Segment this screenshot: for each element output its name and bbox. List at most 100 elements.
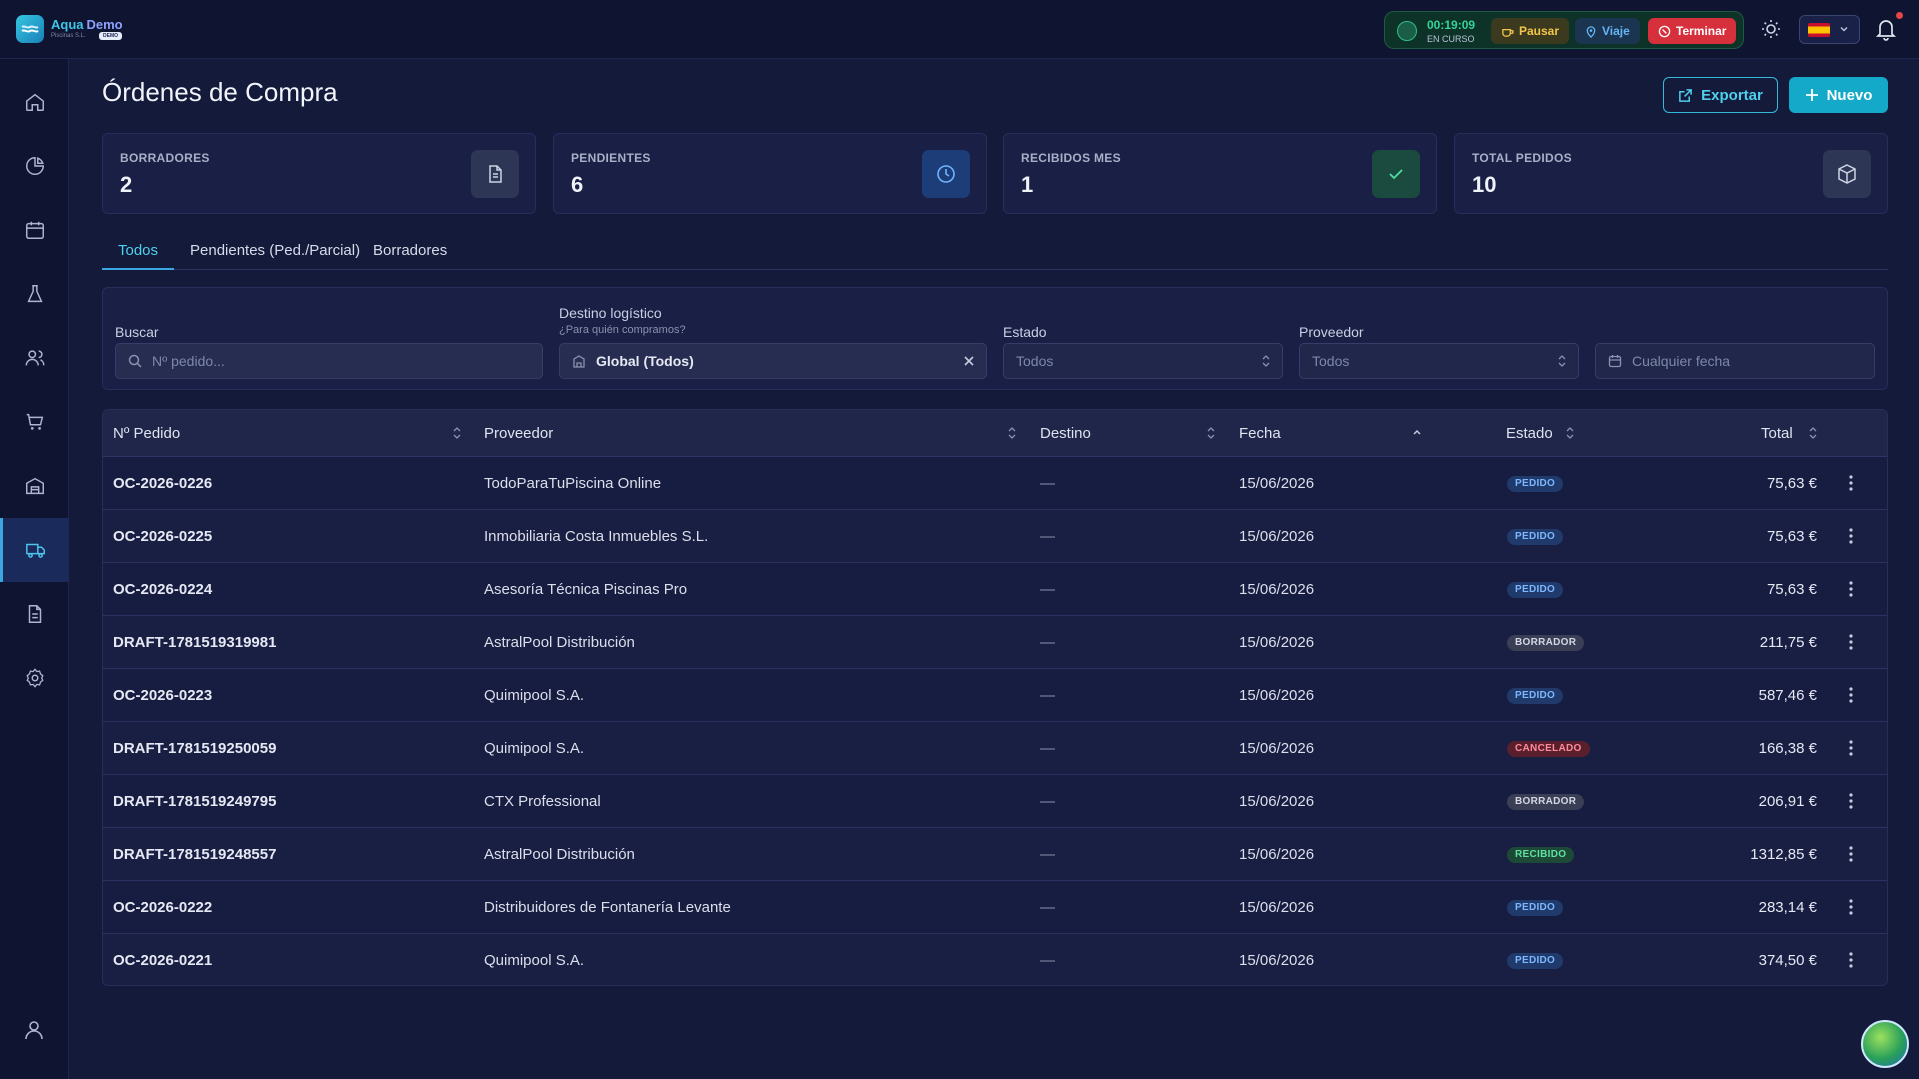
tab-bar: Todos Pendientes (Ped./Parcial) Borrador…	[102, 238, 1888, 270]
sort-chevrons-icon	[1262, 355, 1270, 367]
truck-icon	[26, 543, 45, 558]
trip-button[interactable]: Viaje	[1575, 18, 1640, 44]
sidebar-item-documents[interactable]	[0, 582, 69, 646]
more-options-icon[interactable]	[1848, 633, 1854, 651]
destination: —	[1040, 528, 1055, 545]
col-destination[interactable]: Destino	[1040, 425, 1091, 442]
order-number[interactable]: DRAFT-1781519248557	[113, 846, 276, 863]
user-profile-icon[interactable]	[22, 1018, 46, 1047]
order-number[interactable]: DRAFT-1781519249795	[113, 793, 276, 810]
order-number[interactable]: OC-2026-0223	[113, 687, 212, 704]
warehouse-icon	[25, 477, 44, 495]
more-options-icon[interactable]	[1848, 474, 1854, 492]
provider-name: AstralPool Distribución	[484, 846, 635, 863]
sidebar-item-shop[interactable]	[0, 390, 69, 454]
order-number[interactable]: OC-2026-0221	[113, 952, 212, 969]
table-row[interactable]: OC-2026-0223 Quimipool S.A. — 15/06/2026 PED…	[103, 669, 1887, 722]
table-row[interactable]: OC-2026-0225 Inmobiliaria Costa Inmuebles…	[103, 510, 1887, 563]
sidebar-item-warehouse[interactable]	[0, 454, 69, 518]
table-row[interactable]: OC-2026-0222 Distribuidores de Fontanería…	[103, 881, 1887, 934]
sun-icon[interactable]	[1760, 18, 1782, 40]
more-options-icon[interactable]	[1848, 898, 1854, 916]
col-date[interactable]: Fecha	[1239, 425, 1281, 442]
sort-icon[interactable]	[1007, 426, 1017, 440]
sidebar-item-settings[interactable]	[0, 646, 69, 710]
tab-pending[interactable]: Pendientes (Ped./Parcial)	[174, 238, 376, 270]
bell-icon[interactable]	[1875, 17, 1899, 41]
sidebar-item-home[interactable]	[0, 70, 69, 134]
sidebar-item-stats[interactable]	[0, 134, 69, 198]
app-logo[interactable]	[16, 15, 44, 43]
table-row[interactable]: OC-2026-0221 Quimipool S.A. — 15/06/2026 PED…	[103, 934, 1887, 985]
more-options-icon[interactable]	[1848, 792, 1854, 810]
external-link-icon	[1679, 88, 1693, 102]
export-button[interactable]: Exportar	[1663, 77, 1778, 113]
destination: —	[1040, 687, 1055, 704]
status-badge: PEDIDO	[1507, 900, 1564, 916]
date-picker[interactable]: Cualquier fecha	[1595, 343, 1875, 379]
destination-select[interactable]: Global (Todos)	[559, 343, 987, 379]
col-provider[interactable]: Proveedor	[484, 425, 553, 442]
new-order-button[interactable]: Nuevo	[1789, 77, 1888, 113]
sort-icon[interactable]	[1206, 426, 1216, 440]
more-options-icon[interactable]	[1848, 951, 1854, 969]
sidebar-item-purchases[interactable]	[0, 518, 69, 582]
col-total[interactable]: Total	[1761, 425, 1793, 442]
more-options-icon[interactable]	[1848, 686, 1854, 704]
work-timer: 00:19:09 EN CURSO Pausar Viaje Terminar	[1384, 11, 1744, 49]
calendar-icon	[25, 221, 44, 239]
table-row[interactable]: OC-2026-0226 TodoParaTuPiscina Online — 15/…	[103, 457, 1887, 510]
order-number[interactable]: OC-2026-0225	[113, 528, 212, 545]
provider-select[interactable]: Todos	[1299, 343, 1579, 379]
sort-icon[interactable]	[1565, 426, 1575, 440]
col-state[interactable]: Estado	[1506, 425, 1553, 442]
sort-icon[interactable]	[452, 426, 462, 440]
sort-icon[interactable]	[1808, 426, 1818, 440]
state-select[interactable]: Todos	[1003, 343, 1283, 379]
brand-name: Aqua Demo	[51, 17, 123, 32]
tab-all[interactable]: Todos	[102, 238, 175, 270]
sidebar-item-calendar[interactable]	[0, 198, 69, 262]
language-selector[interactable]	[1799, 15, 1860, 44]
order-number[interactable]: DRAFT-1781519319981	[113, 634, 276, 651]
destination: —	[1040, 899, 1055, 916]
search-input[interactable]: Nº pedido...	[115, 343, 543, 379]
table-row[interactable]: OC-2026-0224 Asesoría Técnica Piscinas Pr…	[103, 563, 1887, 616]
building-icon	[573, 355, 585, 368]
tab-drafts[interactable]: Borradores	[357, 238, 463, 270]
table-row[interactable]: DRAFT-1781519248557 AstralPool Distribuci…	[103, 828, 1887, 881]
sidebar-item-lab[interactable]	[0, 262, 69, 326]
table-row[interactable]: DRAFT-1781519319981 AstralPool Distribuci…	[103, 616, 1887, 669]
end-shift-button[interactable]: Terminar	[1648, 18, 1737, 44]
provider-name: Asesoría Técnica Piscinas Pro	[484, 581, 688, 598]
brand-badge: DEMO	[99, 32, 122, 40]
assistant-avatar[interactable]	[1861, 1020, 1909, 1068]
status-badge: PEDIDO	[1507, 476, 1564, 492]
status-badge: BORRADOR	[1507, 794, 1585, 810]
state-label: Estado	[1003, 324, 1047, 340]
order-number[interactable]: OC-2026-0222	[113, 899, 212, 916]
location-pin-icon	[1586, 25, 1596, 38]
more-options-icon[interactable]	[1848, 739, 1854, 757]
sort-ascending-icon[interactable]	[1412, 426, 1422, 440]
stat-value: 6	[571, 172, 584, 197]
order-date: 15/06/2026	[1239, 899, 1315, 916]
check-icon	[1372, 150, 1420, 198]
pause-button[interactable]: Pausar	[1491, 18, 1570, 44]
more-options-icon[interactable]	[1848, 580, 1854, 598]
stat-card-pending: PENDIENTES 6	[553, 133, 987, 214]
order-number[interactable]: OC-2026-0224	[113, 581, 212, 598]
close-icon[interactable]	[962, 354, 976, 368]
order-number[interactable]: DRAFT-1781519250059	[113, 740, 276, 757]
stat-value: 1	[1021, 172, 1034, 197]
sidebar-item-clients[interactable]	[0, 326, 69, 390]
col-order-number[interactable]: Nº Pedido	[113, 425, 180, 442]
order-total: 206,91 €	[1758, 793, 1817, 810]
order-total: 1312,85 €	[1750, 846, 1817, 863]
box-icon	[1823, 150, 1871, 198]
order-number[interactable]: OC-2026-0226	[113, 475, 212, 492]
table-row[interactable]: DRAFT-1781519249795 CTX Professional — 15/0…	[103, 775, 1887, 828]
table-row[interactable]: DRAFT-1781519250059 Quimipool S.A. — 15/06/…	[103, 722, 1887, 775]
more-options-icon[interactable]	[1848, 845, 1854, 863]
more-options-icon[interactable]	[1848, 527, 1854, 545]
